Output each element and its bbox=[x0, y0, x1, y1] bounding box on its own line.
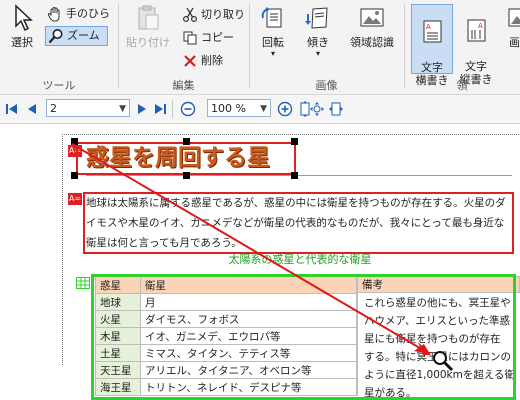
ribbon-toolbar: 選択 手のひら ズーム ツール 貼り付け 切り取り コピー 削除 編集 回転 ▾… bbox=[0, 0, 520, 95]
svg-text:A: A bbox=[426, 23, 431, 31]
rotate-button[interactable]: 回転 ▾ bbox=[255, 4, 291, 58]
page-number-select[interactable]: 2 ▼ bbox=[46, 99, 130, 117]
navigation-bar: 2 ▼ 100 % ▼ bbox=[0, 95, 520, 124]
rotate-label: 回転 bbox=[262, 36, 284, 49]
copy-icon bbox=[183, 31, 197, 45]
magnifier-icon bbox=[48, 29, 63, 44]
chevron-down-icon: ▼ bbox=[260, 104, 267, 114]
fit-width-icon[interactable] bbox=[328, 101, 344, 117]
rotate-page-icon bbox=[261, 7, 282, 28]
vertical-text-icon: A bbox=[467, 19, 486, 42]
zoom-cursor-icon bbox=[433, 351, 454, 372]
hand-tool-button[interactable]: 手のひら bbox=[45, 5, 113, 23]
select-label: 選択 bbox=[11, 36, 33, 49]
chevron-down-icon: ▼ bbox=[119, 104, 126, 114]
zoom-level-value: 100 % bbox=[211, 102, 246, 115]
horizontal-text-button[interactable]: A 文字 横書き bbox=[411, 4, 453, 87]
fit-height-icon[interactable] bbox=[309, 101, 325, 117]
delete-label: 削除 bbox=[201, 54, 223, 67]
hand-icon bbox=[47, 7, 60, 22]
chevron-down-icon: ▾ bbox=[270, 49, 275, 58]
svg-text:A: A bbox=[478, 22, 483, 30]
region-image-icon bbox=[360, 8, 384, 27]
copy-button[interactable]: コピー bbox=[180, 29, 237, 47]
zoom-tool-label: ズーム bbox=[67, 29, 100, 42]
page-number-value: 2 bbox=[50, 102, 57, 115]
image-group-label: 画像 bbox=[315, 79, 338, 92]
image-region-label: 画像 bbox=[509, 36, 520, 49]
delete-x-icon bbox=[184, 55, 196, 67]
cursor-arrow-icon bbox=[15, 4, 33, 32]
cut-label: 切り取り bbox=[201, 8, 245, 21]
zoom-level-select[interactable]: 100 % ▼ bbox=[207, 99, 271, 117]
edit-group-label: 編集 bbox=[172, 79, 195, 92]
delete-button[interactable]: 削除 bbox=[180, 52, 226, 70]
region-recognition-button[interactable]: 領域認識 bbox=[344, 4, 400, 50]
first-page-icon[interactable] bbox=[4, 101, 20, 117]
skew-button[interactable]: 傾き ▾ bbox=[300, 4, 336, 58]
cut-button[interactable]: 切り取り bbox=[180, 6, 248, 24]
group-divider bbox=[118, 4, 119, 88]
horizontal-text-icon: A bbox=[423, 20, 442, 43]
vertical-text-button[interactable]: A 文字 縦書き bbox=[456, 4, 496, 86]
last-page-icon[interactable] bbox=[152, 101, 168, 117]
group-divider bbox=[249, 4, 250, 88]
zoom-tool-button[interactable]: ズーム bbox=[45, 26, 108, 46]
skew-page-icon bbox=[305, 7, 328, 29]
previous-page-icon[interactable] bbox=[24, 101, 40, 117]
skew-label: 傾き bbox=[307, 36, 329, 49]
document-canvas[interactable]: A= 惑星を周回する星 A= 地球は太陽系に属する惑星であるが、惑星の中には衛星… bbox=[0, 124, 520, 400]
hand-tool-label: 手のひら bbox=[66, 7, 110, 20]
clipboard-icon bbox=[138, 5, 159, 30]
group-divider bbox=[404, 4, 405, 88]
scissors-icon bbox=[182, 7, 198, 23]
zoom-in-icon[interactable] bbox=[277, 101, 293, 117]
select-button[interactable]: 選択 bbox=[4, 4, 40, 50]
paste-label: 貼り付け bbox=[126, 36, 170, 49]
image-region-icon bbox=[508, 8, 520, 27]
paste-button[interactable]: 貼り付け bbox=[124, 4, 172, 50]
zoom-out-icon[interactable] bbox=[180, 101, 196, 117]
next-page-icon[interactable] bbox=[134, 101, 150, 117]
tool-group-label: ツール bbox=[42, 79, 76, 92]
nav-divider bbox=[172, 100, 173, 118]
region-label: 領域認識 bbox=[350, 36, 394, 49]
image-region-button[interactable]: 画像 bbox=[500, 4, 520, 50]
chevron-down-icon: ▾ bbox=[315, 49, 320, 58]
copy-label: コピー bbox=[201, 31, 234, 44]
text-group-label: 領 bbox=[456, 79, 468, 92]
